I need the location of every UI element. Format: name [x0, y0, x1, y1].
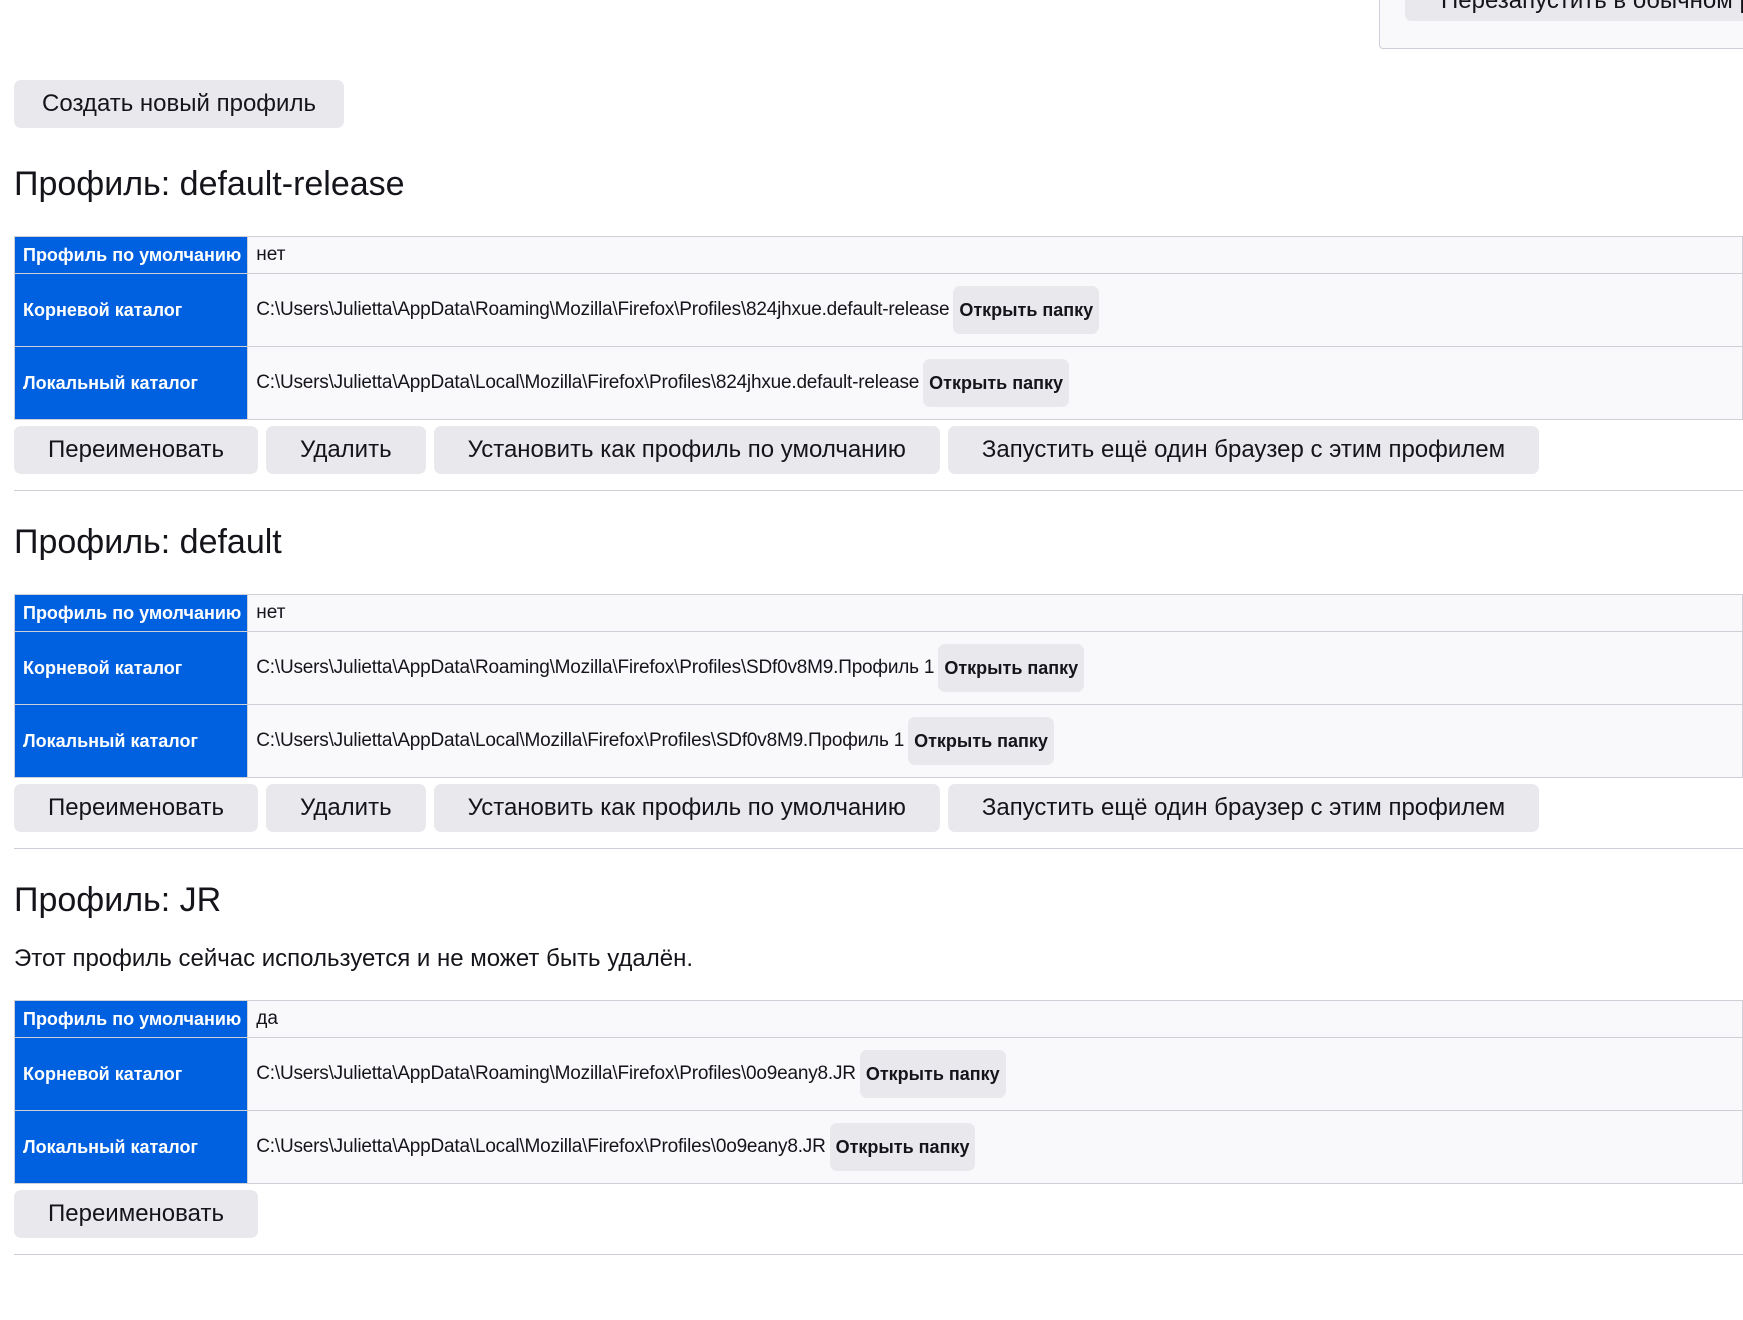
profile-title: Профиль: default: [14, 523, 282, 561]
local-dir-path: C:\Users\Julietta\AppData\Local\Mozilla\…: [256, 730, 905, 751]
profile-title: Профиль: default-release: [14, 165, 405, 203]
profile-section-default: Профиль: default Профиль по умолчанию не…: [14, 522, 1743, 849]
open-root-folder-button[interactable]: Открыть папку: [953, 286, 1100, 334]
profile-info-table: Профиль по умолчанию нет Корневой катало…: [14, 236, 1743, 420]
root-dir-path: C:\Users\Julietta\AppData\Roaming\Mozill…: [256, 1063, 856, 1084]
create-profile-button[interactable]: Создать новый профиль: [14, 80, 344, 128]
local-dir-path: C:\Users\Julietta\AppData\Local\Mozilla\…: [256, 372, 920, 393]
restart-normal-button[interactable]: Перезапустить в обычном режиме: [1405, 0, 1743, 21]
default-profile-value: да: [247, 1000, 1743, 1038]
about-profiles-page: Перезапустить в обычном режиме Создать н…: [0, 0, 1743, 1320]
default-profile-label: Профиль по умолчанию: [14, 594, 248, 632]
open-root-folder-button[interactable]: Открыть папку: [938, 644, 1085, 692]
root-dir-label: Корневой каталог: [14, 273, 248, 347]
default-profile-label: Профиль по умолчанию: [14, 236, 248, 274]
local-dir-cell: C:\Users\Julietta\AppData\Local\Mozilla\…: [247, 1110, 1743, 1184]
open-local-folder-button[interactable]: Открыть папку: [829, 1123, 976, 1171]
open-local-folder-button[interactable]: Открыть папку: [923, 359, 1069, 407]
rename-button[interactable]: Переименовать: [14, 426, 258, 474]
local-dir-label: Локальный каталог: [14, 704, 248, 778]
profile-actions: Переименовать Удалить Установить как профи…: [14, 784, 1743, 832]
profile-title: Профиль: JR: [14, 881, 222, 919]
rename-button[interactable]: Переименовать: [14, 784, 258, 832]
open-local-folder-button[interactable]: Открыть папку: [908, 717, 1054, 765]
root-dir-cell: C:\Users\Julietta\AppData\Roaming\Mozill…: [247, 273, 1743, 347]
local-dir-label: Локальный каталог: [14, 346, 248, 420]
profile-section-default-release: Профиль: default-release Профиль по умол…: [14, 164, 1743, 491]
root-dir-path: C:\Users\Julietta\AppData\Roaming\Mozill…: [256, 657, 935, 678]
local-dir-cell: C:\Users\Julietta\AppData\Local\Mozilla\…: [247, 346, 1743, 420]
root-dir-label: Корневой каталог: [14, 631, 248, 705]
default-profile-value: нет: [247, 594, 1743, 632]
divider: [14, 1254, 1743, 1255]
local-dir-label: Локальный каталог: [14, 1110, 248, 1184]
divider: [14, 848, 1743, 849]
profile-info-table: Профиль по умолчанию нет Корневой катало…: [14, 594, 1743, 778]
set-default-button[interactable]: Установить как профиль по умолчанию: [433, 426, 940, 474]
local-dir-cell: C:\Users\Julietta\AppData\Local\Mozilla\…: [247, 704, 1743, 778]
remove-button[interactable]: Удалить: [265, 784, 426, 832]
remove-button[interactable]: Удалить: [265, 426, 426, 474]
restart-panel: Перезапустить в обычном режиме: [1379, 0, 1743, 49]
rename-button[interactable]: Переименовать: [14, 1190, 258, 1238]
default-profile-value: нет: [247, 236, 1743, 274]
launch-profile-button[interactable]: Запустить ещё один браузер с этим профил…: [947, 426, 1540, 474]
profile-section-jr: Профиль: JR Этот профиль сейчас использу…: [14, 880, 1743, 1255]
default-profile-label: Профиль по умолчанию: [14, 1000, 248, 1038]
open-root-folder-button[interactable]: Открыть папку: [859, 1050, 1006, 1098]
set-default-button[interactable]: Установить как профиль по умолчанию: [433, 784, 940, 832]
root-dir-path: C:\Users\Julietta\AppData\Roaming\Mozill…: [256, 299, 950, 320]
local-dir-path: C:\Users\Julietta\AppData\Local\Mozilla\…: [256, 1136, 826, 1157]
profile-actions: Переименовать: [14, 1190, 1743, 1238]
launch-profile-button[interactable]: Запустить ещё один браузер с этим профил…: [947, 784, 1540, 832]
root-dir-label: Корневой каталог: [14, 1037, 248, 1111]
root-dir-cell: C:\Users\Julietta\AppData\Roaming\Mozill…: [247, 631, 1743, 705]
profile-actions: Переименовать Удалить Установить как профи…: [14, 426, 1743, 474]
divider: [14, 490, 1743, 491]
root-dir-cell: C:\Users\Julietta\AppData\Roaming\Mozill…: [247, 1037, 1743, 1111]
profile-info-table: Профиль по умолчанию да Корневой каталог…: [14, 1000, 1743, 1184]
in-use-notice: Этот профиль сейчас используется и не мо…: [14, 945, 694, 972]
